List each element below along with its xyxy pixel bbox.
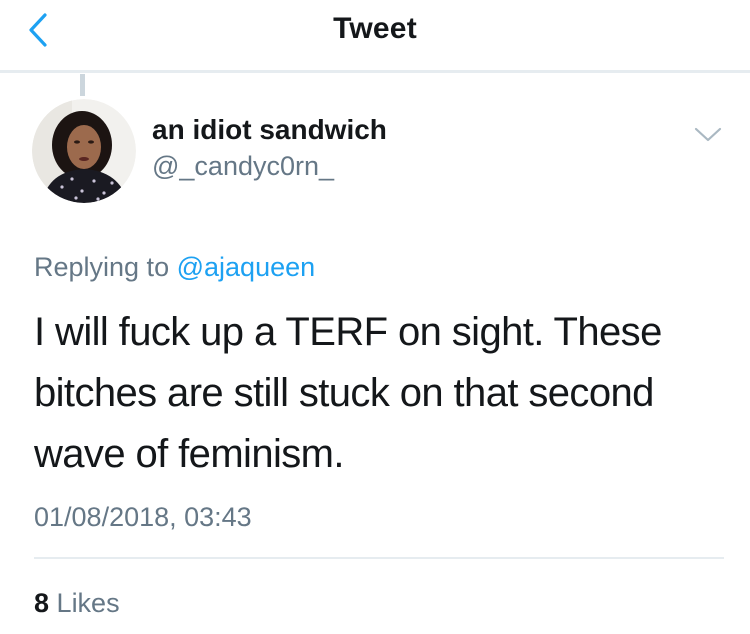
header-bar: Tweet	[0, 0, 750, 73]
tweet-timestamp: 01/08/2018, 03:43	[34, 502, 252, 532]
reply-context-label: Replying to	[34, 252, 170, 282]
thread-connector-line	[80, 74, 85, 96]
likes-count: 8	[34, 588, 50, 618]
header-divider	[0, 70, 750, 73]
likes-stat[interactable]: 8 Likes	[34, 588, 120, 619]
stats-divider	[34, 557, 724, 559]
avatar[interactable]	[32, 99, 136, 203]
reply-mention-link[interactable]: @ajaqueen	[177, 252, 316, 282]
likes-label: Likes	[56, 588, 120, 618]
reply-context: Replying to @ajaqueen	[34, 252, 315, 283]
page-title: Tweet	[333, 12, 417, 45]
author-display-name[interactable]: an idiot sandwich	[152, 114, 387, 146]
author-handle[interactable]: @_candyc0rn_	[152, 151, 334, 182]
tweet-text: I will fuck up a TERF on sight. These bi…	[34, 310, 662, 476]
chevron-down-icon[interactable]	[690, 122, 726, 146]
